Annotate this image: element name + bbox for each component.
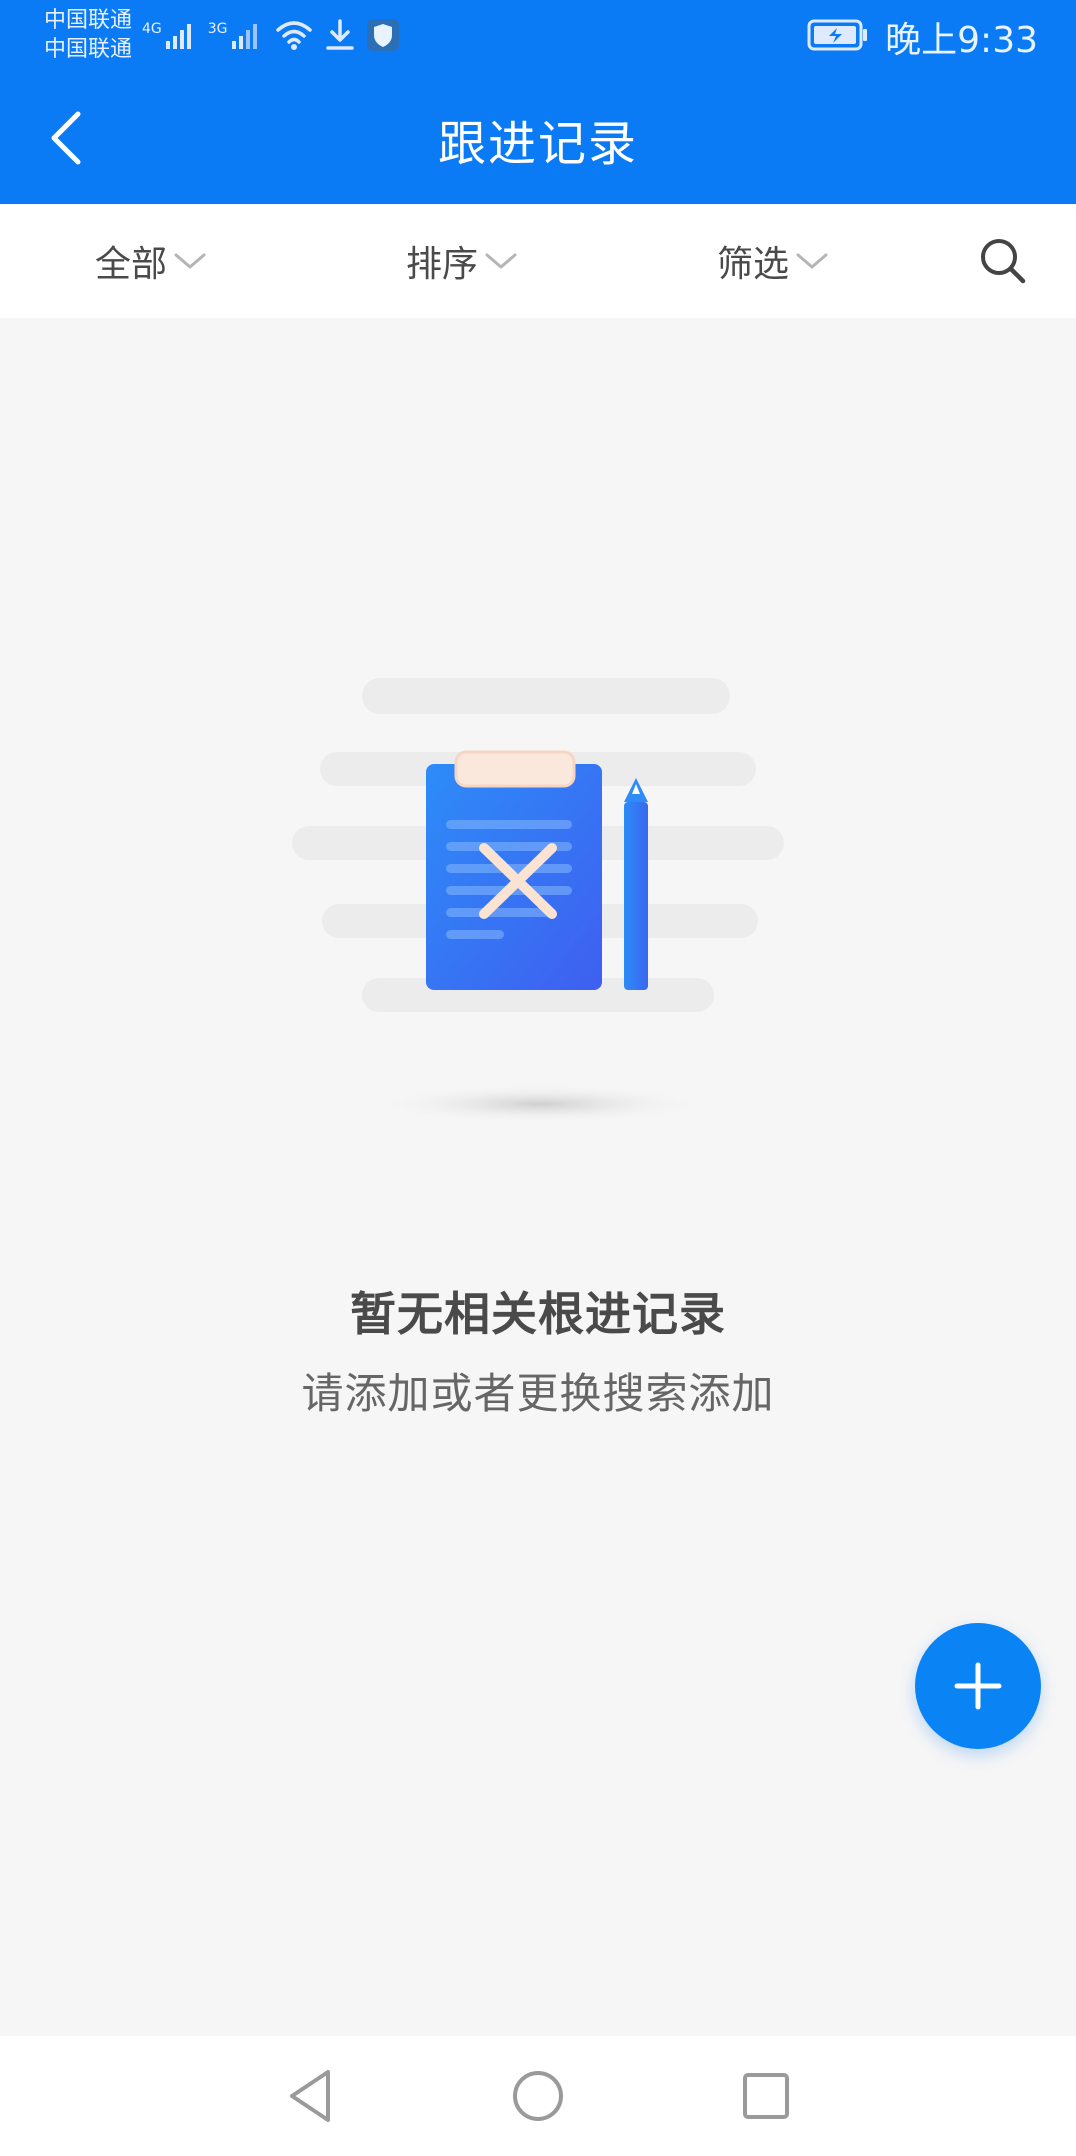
- empty-illustration: [280, 660, 800, 1140]
- nav-bar: 跟进记录: [0, 80, 1076, 204]
- circle-home-icon: [513, 2071, 563, 2121]
- page-title: 跟进记录: [437, 116, 638, 172]
- filter-sort-label: 排序: [406, 244, 479, 285]
- app-screen: 中国联通 中国联通 4G 3G 晚上9:33 跟进记录 全部 排序 筛选 暂无相…: [0, 0, 1076, 2156]
- search-icon: [981, 239, 1026, 284]
- square-recent-icon: [743, 2073, 789, 2119]
- status-right: 晚上9:33: [807, 12, 1038, 62]
- status-bar: 中国联通 中国联通 4G 3G 晚上9:33: [0, 0, 1076, 70]
- carrier-label-2: 中国联通: [44, 37, 133, 62]
- system-nav-bar: [0, 2036, 1076, 2156]
- download-icon: [324, 17, 356, 53]
- chevron-down-icon: [796, 253, 828, 269]
- battery-icon: [807, 18, 869, 56]
- add-record-button[interactable]: [915, 1623, 1041, 1749]
- system-recent-button[interactable]: [726, 2056, 806, 2136]
- triangle-back-icon: [290, 2070, 330, 2122]
- plus-icon: [954, 1662, 1002, 1710]
- empty-state-subtitle: 请添加或者更换搜索添加: [301, 1369, 775, 1418]
- network-4g-label: 4G: [142, 21, 162, 37]
- clock: 晚上9:33: [885, 20, 1038, 61]
- chevron-down-icon: [485, 253, 517, 269]
- signal-3g-icon: 3G: [208, 17, 264, 53]
- carrier-label-1: 中国联通: [44, 8, 133, 33]
- empty-state-title: 暂无相关根进记录: [350, 1287, 726, 1341]
- status-icons: 4G 3G: [142, 10, 400, 60]
- filter-screen-dropdown[interactable]: 筛选: [717, 204, 829, 318]
- filter-screen-label: 筛选: [717, 244, 790, 285]
- system-back-button[interactable]: [270, 2056, 350, 2136]
- filter-all-dropdown[interactable]: 全部: [95, 204, 207, 318]
- filter-sort-dropdown[interactable]: 排序: [406, 204, 518, 318]
- system-home-button[interactable]: [498, 2056, 578, 2136]
- wifi-icon: [274, 18, 314, 52]
- signal-4g-icon: 4G: [142, 17, 198, 53]
- filter-bar: 全部 排序 筛选: [0, 204, 1076, 318]
- search-button[interactable]: [976, 234, 1030, 288]
- shield-icon: [366, 17, 400, 53]
- filter-all-label: 全部: [95, 244, 168, 285]
- chevron-down-icon: [174, 253, 206, 269]
- app-header: 中国联通 中国联通 4G 3G 晚上9:33 跟进记录: [0, 0, 1076, 204]
- carrier-labels: 中国联通 中国联通: [44, 6, 132, 64]
- network-3g-label: 3G: [207, 21, 228, 37]
